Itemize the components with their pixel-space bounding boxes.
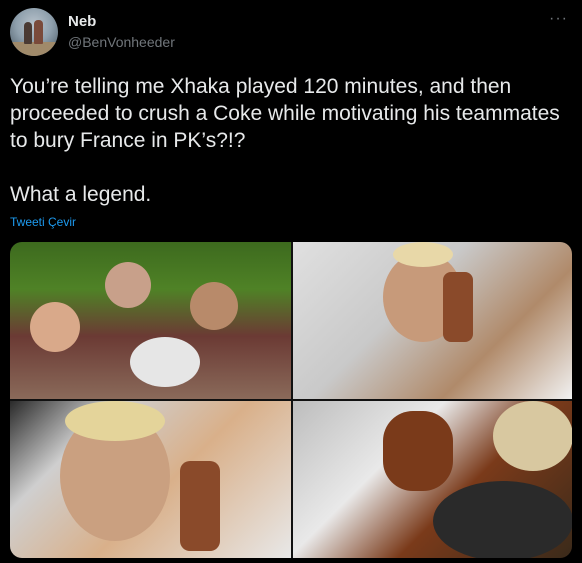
more-options-icon[interactable]: ···: [549, 11, 568, 27]
photo-detail: [493, 401, 572, 471]
avatar-ground: [10, 42, 58, 56]
author-handle[interactable]: @BenVonheeder: [68, 34, 175, 50]
tweet-text: You’re telling me Xhaka played 120 minut…: [10, 75, 560, 206]
photo-detail: [30, 302, 80, 352]
avatar-figure: [34, 20, 43, 44]
photo-detail: [180, 461, 220, 551]
photo-detail: [383, 411, 453, 491]
photo-detail: [190, 282, 238, 330]
media-photo[interactable]: [293, 242, 572, 399]
media-photo[interactable]: [10, 242, 291, 399]
translate-tweet-link[interactable]: Tweeti Çevir: [10, 215, 76, 229]
avatar[interactable]: [10, 8, 58, 56]
photo-detail: [433, 481, 572, 558]
photo-detail: [130, 337, 200, 387]
avatar-figure: [24, 22, 32, 44]
author-name[interactable]: Neb: [68, 13, 96, 30]
media-grid: [10, 242, 572, 558]
photo-detail: [105, 262, 151, 308]
photo-detail: [393, 242, 453, 267]
media-photo[interactable]: [10, 401, 291, 558]
photo-detail: [65, 401, 165, 441]
photo-detail: [443, 272, 473, 342]
tweet-header: Neb @BenVonheeder ···: [10, 8, 572, 60]
media-photo[interactable]: [293, 401, 572, 558]
